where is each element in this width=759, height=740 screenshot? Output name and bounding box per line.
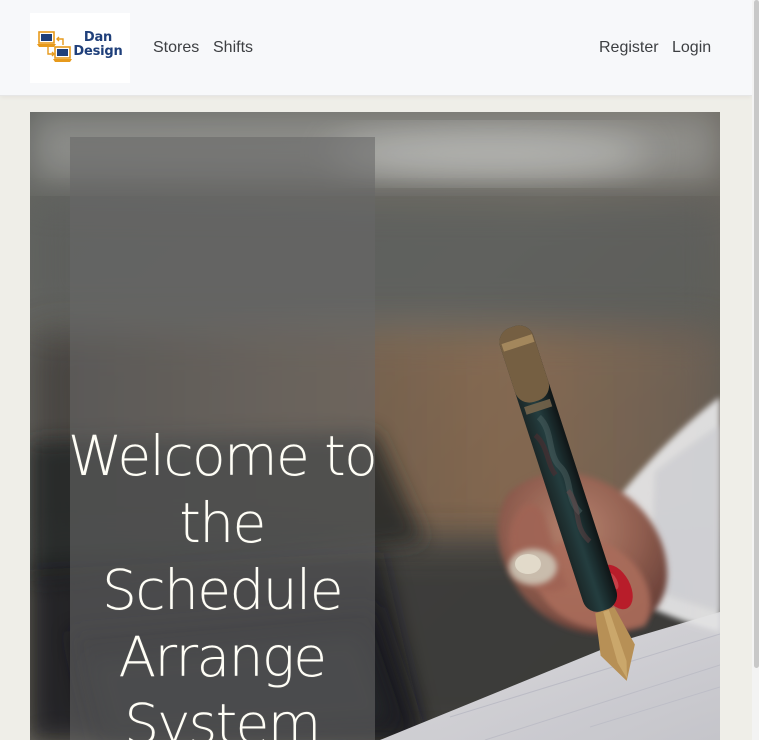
brand-name-line-1: Dan	[83, 30, 113, 45]
laptop-swap-logo-icon	[37, 31, 72, 62]
nav-link-login[interactable]: Login	[672, 38, 711, 58]
brand-logo-link[interactable]: Dan Design	[30, 13, 130, 83]
top-navbar: Dan Design Stores Shifts Register Login	[0, 0, 752, 96]
brand-logo: Dan Design	[36, 27, 124, 69]
hero-banner: Welcome to the Schedule Arrange System	[30, 112, 720, 740]
nav-link-register[interactable]: Register	[599, 38, 659, 58]
home-page: Dan Design Stores Shifts Register Login	[0, 0, 759, 740]
vertical-scrollbar-thumb[interactable]	[754, 0, 759, 668]
nav-link-stores[interactable]: Stores	[153, 38, 199, 58]
nav-link-shifts[interactable]: Shifts	[213, 38, 253, 58]
brand-name: Dan Design	[72, 31, 124, 59]
brand-name-line-2: Design	[73, 44, 123, 59]
hero-title: Welcome to the Schedule Arrange System	[67, 424, 378, 740]
